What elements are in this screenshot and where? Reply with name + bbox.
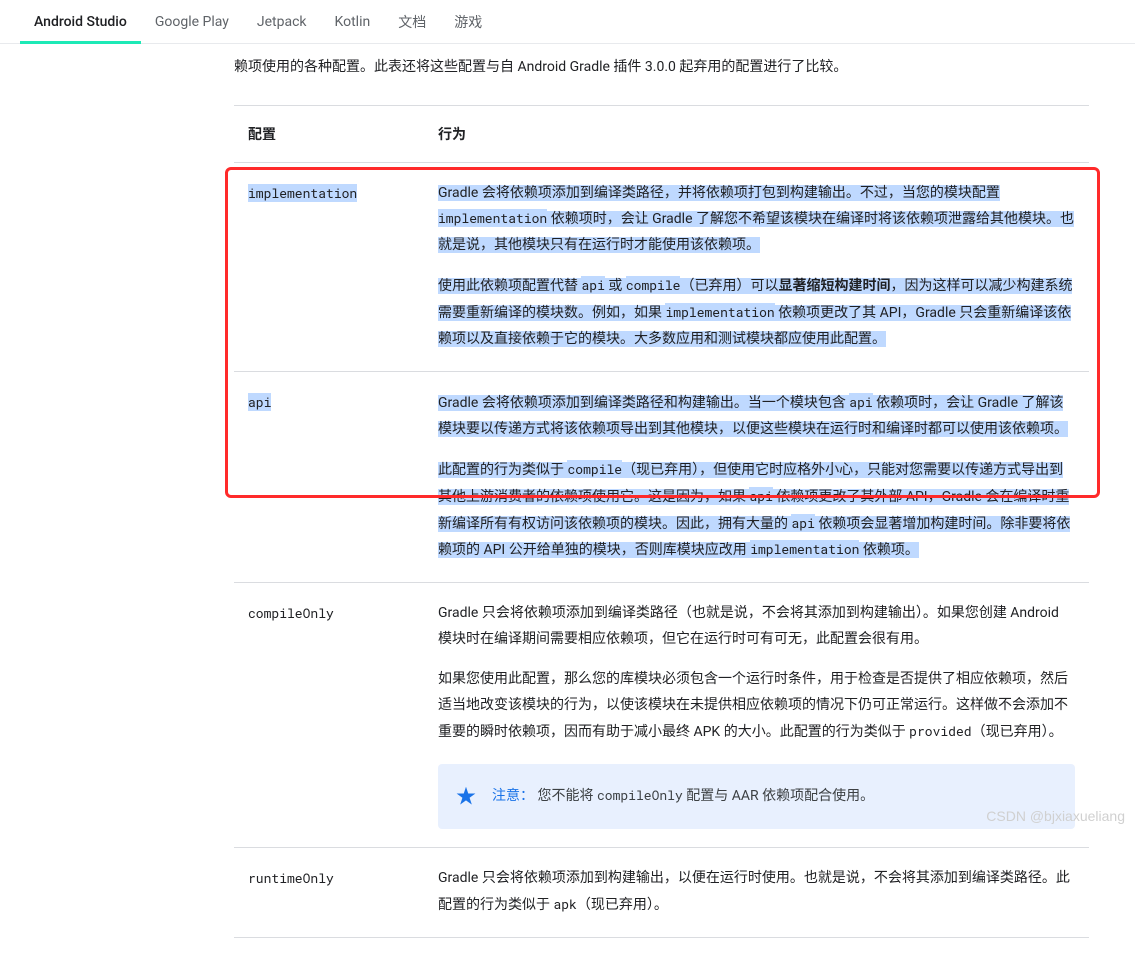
star-icon: ★ — [456, 778, 476, 815]
note-box: ★ 注意： 您不能将 compileOnly 配置与 AAR 依赖项配合使用。 — [438, 764, 1075, 829]
nav-tab-games[interactable]: 游戏 — [440, 0, 496, 44]
nav-tab-kotlin[interactable]: Kotlin — [321, 0, 385, 44]
intro-paragraph: 赖项使用的各种配置。此表还将这些配置与自 Android Gradle 插件 3… — [234, 54, 1089, 81]
nav-tab-google-play[interactable]: Google Play — [141, 0, 243, 44]
config-table: 配置 行为 implementation Gradle 会将依赖项添加到编译类路… — [234, 105, 1089, 938]
header-config: 配置 — [234, 105, 424, 162]
behavior-cell: Gradle 只会将依赖项添加到编译类路径（也就是说，不会将其添加到构建输出）。… — [424, 583, 1089, 847]
table-row: compileOnly Gradle 只会将依赖项添加到编译类路径（也就是说，不… — [234, 583, 1089, 847]
behavior-cell: Gradle 会将依赖项添加到编译类路径，并将依赖项打包到构建输出。不过，当您的… — [424, 162, 1089, 371]
config-cell: api — [234, 371, 424, 582]
config-cell: implementation — [234, 162, 424, 371]
nav-tab-jetpack[interactable]: Jetpack — [243, 0, 321, 44]
behavior-cell: Gradle 只会将依赖项添加到构建输出，以便在运行时使用。也就是说，不会将其添… — [424, 847, 1089, 937]
config-cell: compileOnly — [234, 583, 424, 847]
top-nav: Android Studio Google Play Jetpack Kotli… — [0, 0, 1135, 44]
note-label: 注意： — [492, 788, 534, 804]
main-content: 赖项使用的各种配置。此表还将这些配置与自 Android Gradle 插件 3… — [0, 44, 1135, 968]
nav-tab-docs[interactable]: 文档 — [384, 0, 440, 44]
table-row: runtimeOnly Gradle 只会将依赖项添加到构建输出，以便在运行时使… — [234, 847, 1089, 937]
config-cell: runtimeOnly — [234, 847, 424, 937]
nav-tab-android-studio[interactable]: Android Studio — [20, 0, 141, 44]
table-row: implementation Gradle 会将依赖项添加到编译类路径，并将依赖… — [234, 162, 1089, 371]
behavior-cell: Gradle 会将依赖项添加到编译类路径和构建输出。当一个模块包含 api 依赖… — [424, 371, 1089, 582]
table-row: api Gradle 会将依赖项添加到编译类路径和构建输出。当一个模块包含 ap… — [234, 371, 1089, 582]
header-behavior: 行为 — [424, 105, 1089, 162]
